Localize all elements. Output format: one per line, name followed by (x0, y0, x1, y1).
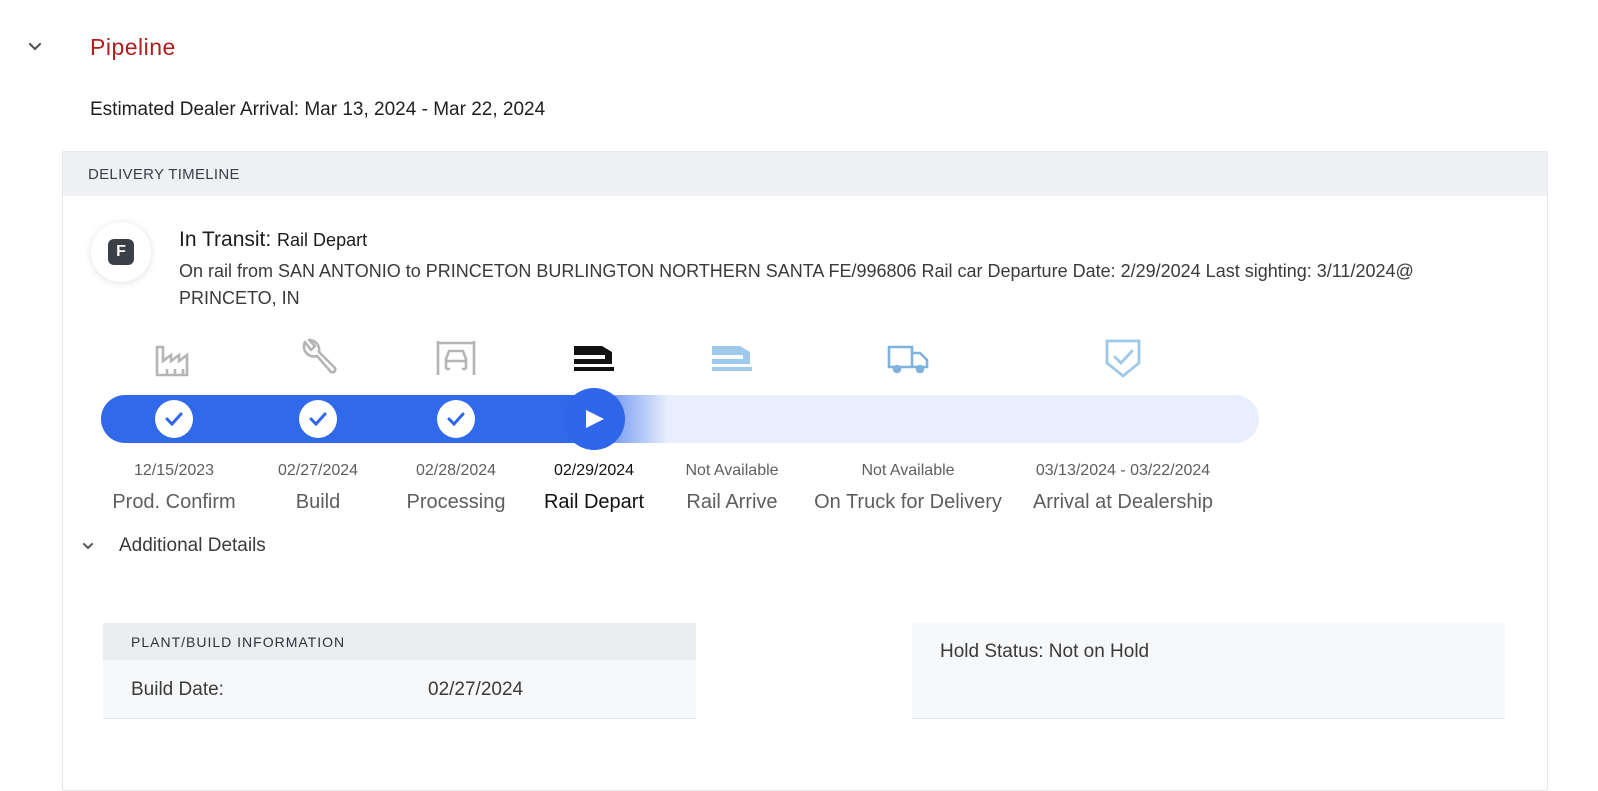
stage-current-play-icon (563, 388, 625, 450)
wrench-icon (294, 336, 342, 380)
status-heading: In Transit: Rail Depart (179, 228, 367, 252)
hold-status: Hold Status: Not on Hold (940, 641, 1150, 662)
stage-label: Arrival at Dealership (1032, 491, 1214, 513)
status-description: On rail from SAN ANTONIO to PRINCETON BU… (179, 261, 1414, 308)
stage-label: On Truck for Delivery (814, 491, 1002, 513)
build-date-value: 02/27/2024 (428, 679, 524, 700)
status-badge: F (91, 222, 151, 282)
progress-track (101, 395, 1259, 443)
status-prefix: In Transit: (179, 228, 272, 251)
status-stage: Rail Depart (277, 230, 368, 250)
stage-date: 03/13/2024 - 03/22/2024 (1035, 462, 1211, 479)
rail-car-icon (570, 336, 618, 380)
estimated-dealer-arrival: Estimated Dealer Arrival: Mar 13, 2024 -… (90, 99, 546, 120)
pipeline-collapse-chevron-icon[interactable] (26, 38, 44, 56)
factory-icon (150, 336, 198, 380)
additional-details-chevron-icon[interactable] (81, 539, 95, 553)
delivery-timeline-card: DELIVERY TIMELINE F In Transit: Rail Dep… (62, 151, 1548, 791)
car-garage-icon (432, 336, 480, 380)
stage-complete-check-icon (155, 400, 193, 438)
pipeline-title: Pipeline (90, 34, 176, 60)
stage-complete-check-icon (437, 400, 475, 438)
truck-icon (884, 336, 932, 380)
hold-status-card: Hold Status: Not on Hold (912, 623, 1505, 719)
rail-car-pending-icon (708, 336, 756, 380)
shield-check-icon (1099, 336, 1147, 380)
stage-complete-check-icon (299, 400, 337, 438)
build-date-label: Build Date: (131, 679, 224, 700)
stage-date: Not Available (861, 462, 955, 479)
additional-details-toggle[interactable]: Additional Details (119, 535, 266, 557)
status-badge-letter: F (108, 239, 134, 265)
plant-build-info-card: PLANT/BUILD INFORMATION Build Date: 02/2… (103, 623, 696, 719)
delivery-timeline-header: DELIVERY TIMELINE (63, 152, 1547, 196)
plant-build-info-header: PLANT/BUILD INFORMATION (103, 623, 696, 660)
